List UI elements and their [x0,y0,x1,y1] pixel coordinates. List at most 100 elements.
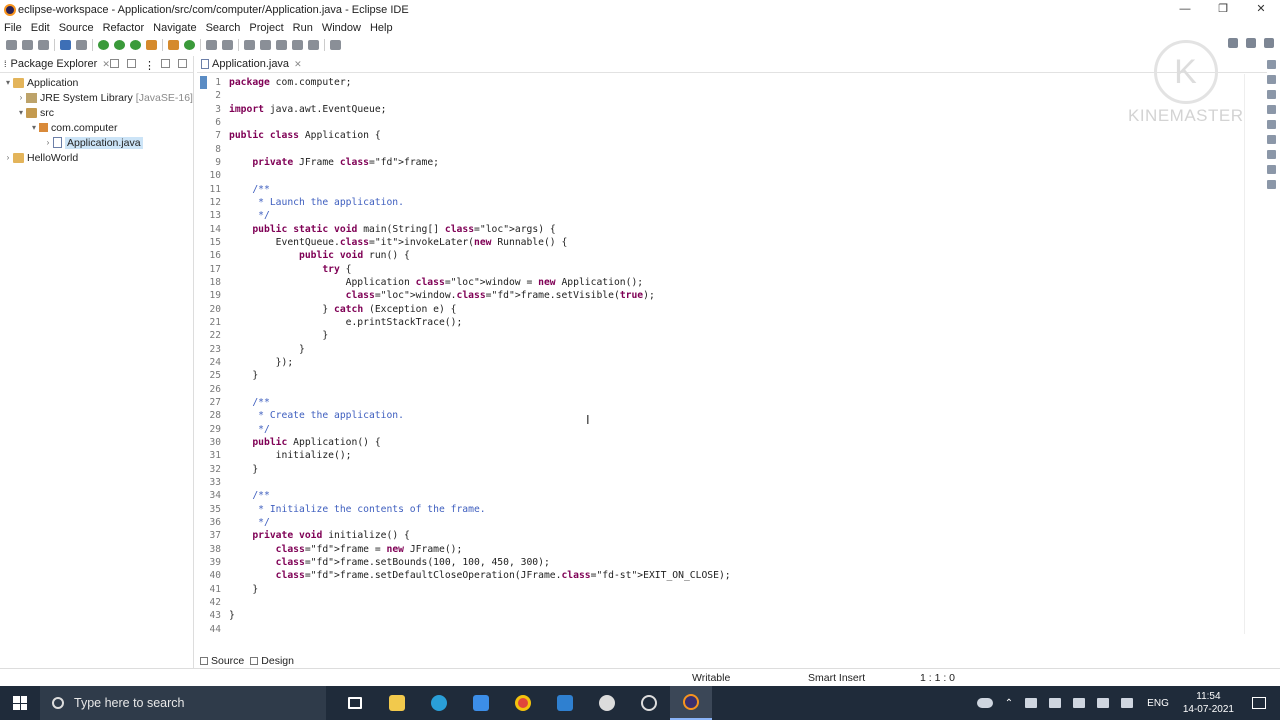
javadoc-icon[interactable] [1266,105,1276,114]
code-area[interactable]: 1 package com.computer; 2 3 import java.awt.… [197,76,1247,646]
code-line[interactable]: 16 public void run() { [197,249,1247,262]
menu-run[interactable]: Run [293,22,313,34]
start-button[interactable] [0,686,40,720]
notifications-icon[interactable] [1252,697,1266,709]
code-line[interactable]: 38 class="fd">frame = new JFrame(); [197,542,1247,555]
skip-breakpoints-icon[interactable] [76,40,87,50]
menu-project[interactable]: Project [249,22,283,34]
view-menu-icon[interactable]: ⋮ [144,59,155,72]
code-line[interactable]: 30 public Application() { [197,436,1247,449]
save-all-icon[interactable] [38,40,49,50]
eclipse-taskbar-button[interactable] [670,686,712,720]
file-explorer-button[interactable] [376,686,418,720]
code-line[interactable]: 28 * Create the application. [197,409,1247,422]
code-line[interactable]: 31 initialize(); [197,449,1247,462]
new-java-project-icon[interactable] [168,40,179,50]
open-perspective-icon[interactable] [1246,38,1256,48]
coverage-icon[interactable] [130,40,141,50]
chevron-down-icon[interactable]: ▾ [29,123,39,132]
restore-icon[interactable] [1266,180,1276,189]
code-line[interactable]: 39 class="fd">frame.setBounds(100, 100, … [197,556,1247,569]
palette-icon[interactable] [1266,165,1276,174]
menu-help[interactable]: Help [370,22,393,34]
pen-icon[interactable] [1121,698,1134,708]
chevron-right-icon[interactable]: › [16,93,26,102]
code-line[interactable]: 29 */ [197,423,1247,436]
code-line[interactable]: 20 } catch (Exception e) { [197,303,1247,316]
tab-design[interactable]: Design [250,655,294,667]
onedrive-icon[interactable] [976,698,993,708]
editor-tab[interactable]: Application.java ✕ [197,56,1267,73]
terminal-icon[interactable] [60,40,71,50]
menu-source[interactable]: Source [59,22,94,34]
declaration-icon[interactable] [1266,120,1276,129]
collapse-all-icon[interactable] [110,59,119,68]
package-explorer-tab[interactable]: ⁞ Package Explorer ✕ ⋮ [0,56,193,73]
search-toolbar-icon[interactable] [222,40,233,50]
code-line[interactable]: 41 } [197,582,1247,595]
meet-now-icon[interactable] [1049,698,1062,708]
code-line[interactable]: 1 package com.computer; [197,76,1247,89]
console-icon[interactable] [1266,135,1276,144]
code-line[interactable]: 12 * Launch the application. [197,196,1247,209]
next-annotation-icon[interactable] [244,40,255,50]
new-class-icon[interactable] [184,40,195,50]
task-view-button[interactable] [334,686,376,720]
tree-item-application-java[interactable]: › Application.java [0,135,193,150]
code-line[interactable]: 37 private void initialize() { [197,529,1247,542]
code-line[interactable]: 13 */ [197,209,1247,222]
tree-item-package[interactable]: ▾ com.computer [0,120,193,135]
code-line[interactable]: 19 class="loc">window.class="fd">frame.s… [197,289,1247,302]
maximize-view-icon[interactable] [178,59,187,68]
outline-icon[interactable] [1266,60,1276,69]
code-line[interactable]: 26 [197,383,1247,396]
menu-search[interactable]: Search [206,22,241,34]
java-perspective-icon[interactable] [1264,38,1274,48]
code-line[interactable]: 27 /** [197,396,1247,409]
menu-file[interactable]: File [4,22,22,34]
clock[interactable]: 11:54 14-07-2021 [1183,690,1234,716]
progress-icon[interactable] [1266,150,1276,159]
code-line[interactable]: 15 EventQueue.class="it">invokeLater(new… [197,236,1247,249]
problems-icon[interactable] [1266,90,1276,99]
last-edit-icon[interactable] [276,40,287,50]
code-line[interactable]: 17 try { [197,263,1247,276]
link-editor-icon[interactable] [127,59,136,68]
task-list-icon[interactable] [1266,75,1276,84]
maximize-button[interactable]: ❐ [1204,0,1242,19]
code-line[interactable]: 40 class="fd">frame.setDefaultCloseOpera… [197,569,1247,582]
code-line[interactable]: 42 [197,596,1247,609]
code-line[interactable]: 9 private JFrame class="fd">frame; [197,156,1247,169]
wifi-icon[interactable] [1073,698,1086,708]
previous-annotation-icon[interactable] [260,40,271,50]
edge-button[interactable] [418,686,460,720]
chevron-up-icon[interactable]: ⌃ [1005,698,1013,709]
code-line[interactable]: 43} [197,609,1247,622]
volume-icon[interactable] [1097,698,1110,708]
tree-item-helloworld[interactable]: › HelloWorld [0,150,193,165]
forward-icon[interactable] [308,40,319,50]
tree-item-jre[interactable]: › JRE System Library [JavaSE-16] [0,90,193,105]
menu-navigate[interactable]: Navigate [153,22,196,34]
back-icon[interactable] [292,40,303,50]
close-icon[interactable]: ✕ [102,59,110,70]
code-line[interactable]: 8 [197,143,1247,156]
taskbar-search[interactable]: Type here to search [40,686,326,720]
chevron-down-icon[interactable]: ▾ [16,108,26,117]
settings-button[interactable] [586,686,628,720]
vertical-scrollbar[interactable] [1244,74,1254,634]
code-line[interactable]: 7 public class Application { [197,129,1247,142]
minimize-button[interactable]: — [1166,0,1204,19]
code-line[interactable]: 22 } [197,329,1247,342]
code-line[interactable]: 3 import java.awt.EventQueue; [197,103,1247,116]
obs-button[interactable] [628,686,670,720]
tree-item-src[interactable]: ▾ src [0,105,193,120]
code-line[interactable]: 18 Application class="loc">window = new … [197,276,1247,289]
new-icon[interactable] [6,40,17,50]
save-icon[interactable] [22,40,33,50]
open-type-icon[interactable] [206,40,217,50]
vscode-button[interactable] [544,686,586,720]
code-line[interactable]: 21 e.printStackTrace(); [197,316,1247,329]
code-line[interactable]: 24 }); [197,356,1247,369]
mail-button[interactable] [460,686,502,720]
